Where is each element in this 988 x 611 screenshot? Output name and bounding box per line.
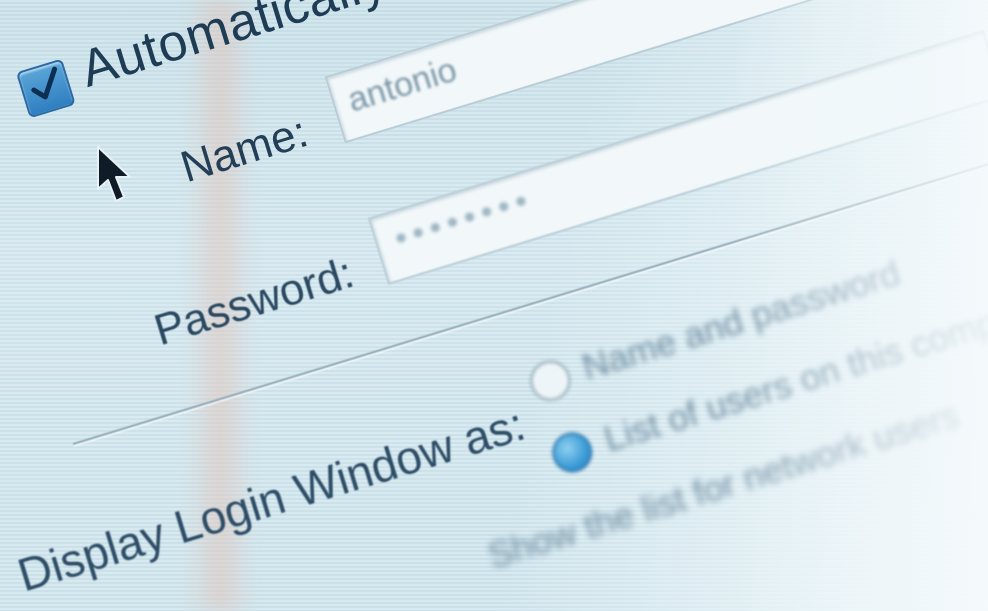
radio-name-and-password[interactable] [525,355,576,406]
checkmark-icon [31,66,58,100]
password-label: Password: [148,247,360,355]
login-preferences-screen: Automatically log Name: antonio Password… [0,0,988,611]
password-mask: •••••••• [389,179,538,259]
auto-login-checkbox[interactable] [15,58,76,119]
arrow-pointer-icon [97,146,131,202]
login-options-panel: Automatically log Name: antonio Password… [0,0,988,601]
radio-list-of-users[interactable] [547,427,598,478]
display-login-window-label: Display Login Window as: [11,397,531,602]
name-label: Name: [175,107,314,193]
name-field-value: antonio [343,50,462,120]
